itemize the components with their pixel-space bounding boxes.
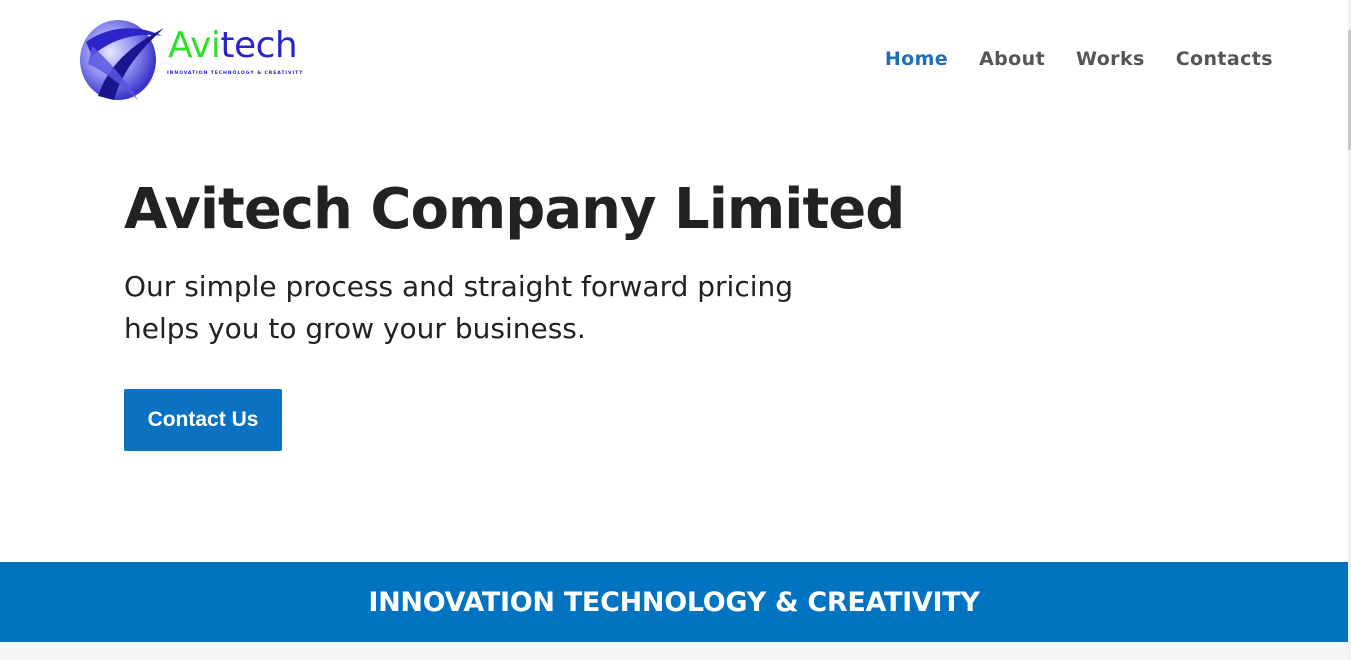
- hero-title: Avitech Company Limited: [124, 177, 905, 242]
- nav-works[interactable]: Works: [1076, 48, 1145, 70]
- band-text: INNOVATION TECHNOLOGY & CREATIVITY: [368, 586, 980, 618]
- logo-tagline: INNOVATION TECHNOLOGY & CREATIVITY: [167, 71, 304, 76]
- nav-contacts[interactable]: Contacts: [1176, 48, 1273, 70]
- next-section-strip: [0, 642, 1348, 660]
- logo-word-part1: Avi: [168, 25, 221, 66]
- hero-subtitle-line2: helps you to grow your business.: [124, 312, 586, 345]
- tagline-band: INNOVATION TECHNOLOGY & CREATIVITY: [0, 562, 1348, 642]
- hero-subtitle: Our simple process and straight forward …: [124, 266, 884, 350]
- page: Avitech INNOVATION TECHNOLOGY & CREATIVI…: [0, 0, 1351, 660]
- nav-about[interactable]: About: [979, 48, 1045, 70]
- logo-word-part2: tech: [220, 25, 298, 66]
- nav-home[interactable]: Home: [885, 48, 948, 70]
- logo-wordmark: Avitech: [168, 24, 298, 68]
- main-nav: Home About Works Contacts: [885, 44, 1273, 74]
- globe-swoosh-logo-icon: [80, 20, 164, 100]
- logo[interactable]: Avitech INNOVATION TECHNOLOGY & CREATIVI…: [78, 16, 308, 104]
- contact-us-button[interactable]: Contact Us: [124, 389, 282, 451]
- hero-subtitle-line1: Our simple process and straight forward …: [124, 270, 794, 303]
